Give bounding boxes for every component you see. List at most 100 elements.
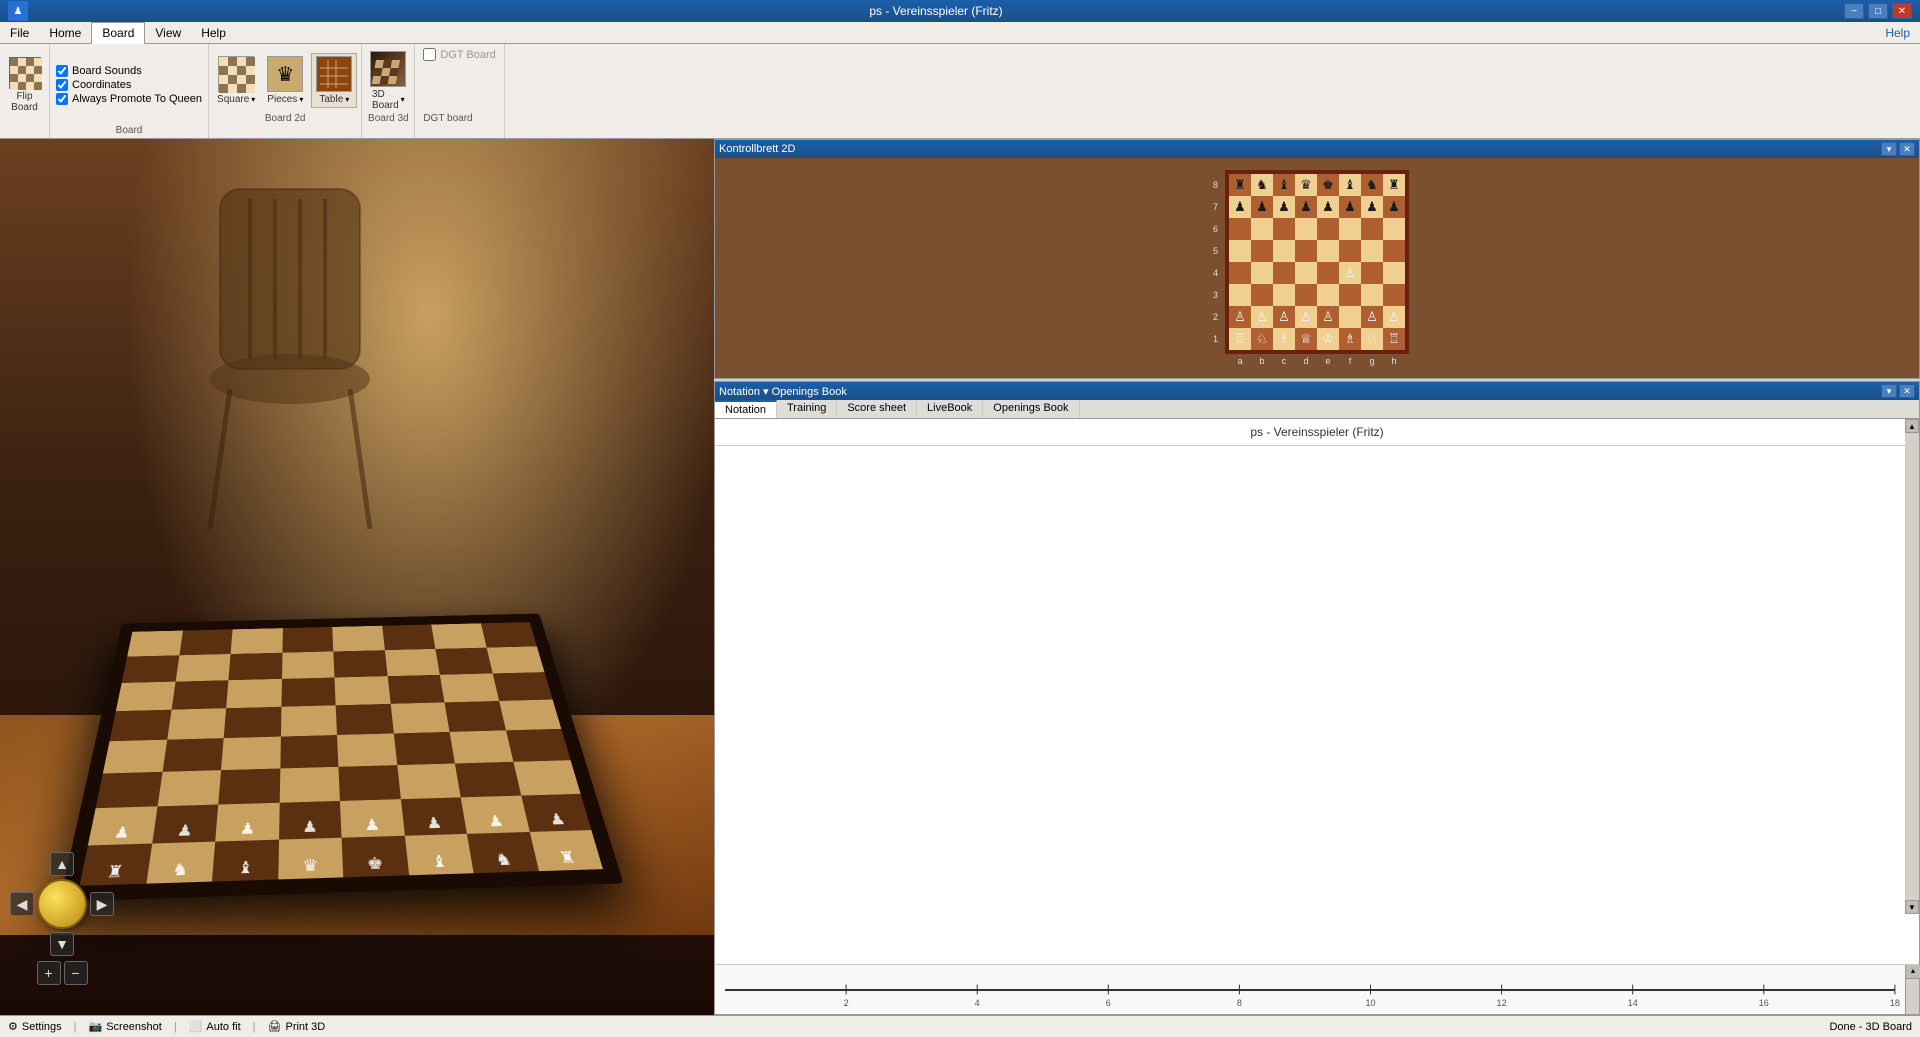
square-option[interactable]: Square ▾ [213, 54, 259, 107]
rank-labels: 8 7 6 5 4 3 2 1 [1213, 174, 1218, 350]
board3d-dropdown-icon[interactable]: ▾ [401, 95, 405, 104]
board2d-items: Square ▾ ♛ Pieces ▾ [213, 48, 357, 113]
table-icon [316, 56, 352, 92]
nav-up-button[interactable]: ▲ [50, 852, 74, 876]
notation-close-button[interactable]: ✕ [1899, 384, 1915, 398]
right-panel: Kontrollbrett 2D ▾ ✕ 8 7 6 5 4 3 [714, 139, 1920, 1015]
chair-background [140, 169, 340, 469]
svg-text:6: 6 [1106, 998, 1111, 1008]
table-option[interactable]: Table ▾ [311, 53, 357, 108]
chart-scroll-up-button[interactable]: ▲ [1906, 965, 1920, 979]
chess3d-board[interactable]: ♟♟♟♟♟♟♟♟ ♜♞♝♛♚♝♞♜ [60, 614, 624, 902]
menu-home[interactable]: Home [39, 22, 91, 44]
settings-icon: ⚙ [8, 1020, 18, 1033]
svg-text:2: 2 [844, 998, 849, 1008]
svg-text:10: 10 [1365, 998, 1375, 1008]
coordinates-input[interactable] [56, 79, 68, 91]
screenshot-button[interactable]: 📷 Screenshot [88, 1020, 161, 1033]
table-dropdown-icon[interactable]: ▾ [345, 95, 349, 104]
nav-right-button[interactable]: ▶ [90, 892, 114, 916]
dgt-board-checkbox[interactable]: DGT Board [423, 48, 495, 61]
board-sounds-input[interactable] [56, 65, 68, 77]
kb2d-close-button[interactable]: ✕ [1899, 142, 1915, 156]
coordinates-checkbox[interactable]: Coordinates [56, 79, 202, 91]
always-promote-checkbox[interactable]: Always Promote To Queen [56, 93, 202, 105]
pieces-dropdown-icon[interactable]: ▾ [299, 95, 303, 104]
kb2d-title: Kontrollbrett 2D [719, 143, 795, 155]
autofit-button[interactable]: ⬜ Auto fit [189, 1020, 241, 1033]
flip-board-icon [9, 57, 41, 89]
settings-button[interactable]: ⚙ Settings [8, 1020, 62, 1033]
kb2d-content: 8 7 6 5 4 3 2 1 ♜ ♞ ♝ [715, 158, 1919, 378]
scrollbar-up-button[interactable]: ▲ [1905, 419, 1919, 433]
tab-training[interactable]: Training [777, 400, 837, 418]
minimize-button[interactable]: − [1844, 3, 1864, 19]
autofit-icon: ⬜ [189, 1020, 203, 1033]
board-checkboxes: Board Sounds Coordinates Always Promote … [56, 48, 202, 134]
nav-zoom-out-button[interactable]: − [64, 961, 88, 985]
nav-left-button[interactable]: ◀ [10, 892, 34, 916]
nav-zoom-row: + − [37, 961, 88, 985]
maximize-button[interactable]: □ [1868, 3, 1888, 19]
menu-view[interactable]: View [145, 22, 191, 44]
status-sep1: | [74, 1021, 77, 1033]
chart-svg: 2 4 6 8 10 12 14 16 18 [715, 965, 1905, 1014]
scrollbar-track[interactable] [1905, 433, 1919, 900]
pieces-icon: ♛ [267, 56, 303, 92]
navigation-controls: ▲ ◀ ▶ ▼ + − [10, 852, 114, 985]
notation-minimize-button[interactable]: ▾ [1881, 384, 1897, 398]
tab-scoresheet[interactable]: Score sheet [837, 400, 917, 418]
autofit-label: Auto fit [206, 1021, 240, 1033]
help-button[interactable]: Help [1875, 24, 1920, 42]
square-dropdown-icon[interactable]: ▾ [251, 95, 255, 104]
chart-area: 2 4 6 8 10 12 14 16 18 ▲ [715, 964, 1919, 1014]
kb2d-minimize-button[interactable]: ▾ [1881, 142, 1897, 156]
ribbon: FlipBoard Board Sounds Coordinates Alway… [0, 44, 1920, 139]
board2d-group: Square ▾ ♛ Pieces ▾ [209, 44, 362, 138]
board3d-items: 3DBoard ▾ [366, 48, 410, 113]
close-button[interactable]: ✕ [1892, 3, 1912, 19]
always-promote-input[interactable] [56, 93, 68, 105]
pieces-label: Pieces [267, 94, 297, 105]
menu-help[interactable]: Help [191, 22, 236, 44]
tab-openings-book[interactable]: Openings Book [983, 400, 1079, 418]
game-title: ps - Vereinsspieler (Fritz) [715, 419, 1919, 446]
flip-board-button[interactable]: FlipBoard [0, 44, 50, 138]
svg-text:4: 4 [975, 998, 980, 1008]
chart-scroll-track[interactable] [1906, 979, 1919, 1014]
board3d-option[interactable]: 3DBoard ▾ [366, 49, 410, 113]
nav-zoom-in-button[interactable]: + [37, 961, 61, 985]
board-sounds-checkbox[interactable]: Board Sounds [56, 65, 202, 77]
print3d-label: Print 3D [285, 1021, 325, 1033]
notation-scrollbar: ▲ ▼ [1905, 419, 1919, 914]
board3d-group: 3DBoard ▾ Board 3d [362, 44, 415, 138]
chess3d-wrapper: ♟♟♟♟♟♟♟♟ ♜♞♝♛♚♝♞♜ [97, 565, 617, 905]
print3d-button[interactable]: 🖨 Print 3D [268, 1020, 326, 1033]
nav-ball[interactable] [37, 879, 87, 929]
svg-text:8: 8 [1237, 998, 1242, 1008]
status-sep2: | [174, 1021, 177, 1033]
scrollbar-down-button[interactable]: ▼ [1905, 900, 1919, 914]
table-label: Table [319, 94, 343, 105]
kb2d-titlebar: Kontrollbrett 2D ▾ ✕ [715, 140, 1919, 158]
tab-notation[interactable]: Notation [715, 400, 777, 418]
nav-down-button[interactable]: ▼ [50, 932, 74, 956]
nav-top-row: ▲ [50, 852, 74, 876]
menubar: File Home Board View Help Help [0, 22, 1920, 44]
status-sep3: | [253, 1021, 256, 1033]
status-text: Done - 3D Board [1829, 1021, 1912, 1033]
menu-file[interactable]: File [0, 22, 39, 44]
pieces-option[interactable]: ♛ Pieces ▾ [263, 54, 307, 107]
svg-text:12: 12 [1497, 998, 1507, 1008]
dgt-board-input[interactable] [423, 48, 436, 61]
board-options-group: Board Sounds Coordinates Always Promote … [50, 44, 209, 138]
board3d-view: ♟♟♟♟♟♟♟♟ ♜♞♝♛♚♝♞♜ ▲ ◀ ▶ ▼ + − [0, 139, 714, 1015]
chart-scrollbar: ▲ [1905, 965, 1919, 1014]
svg-text:16: 16 [1759, 998, 1769, 1008]
main-area: ♟♟♟♟♟♟♟♟ ♜♞♝♛♚♝♞♜ ▲ ◀ ▶ ▼ + − [0, 139, 1920, 1015]
menu-board[interactable]: Board [91, 22, 145, 44]
tab-livebook[interactable]: LiveBook [917, 400, 983, 418]
board3d-label: 3DBoard [372, 89, 399, 111]
chess2d-board[interactable]: ♜ ♞ ♝ ♛ ♚ ♝ ♞ ♜ ♟ ♟ ♟ ♟ ♟ ♟ [1225, 170, 1409, 354]
settings-label: Settings [22, 1021, 62, 1033]
